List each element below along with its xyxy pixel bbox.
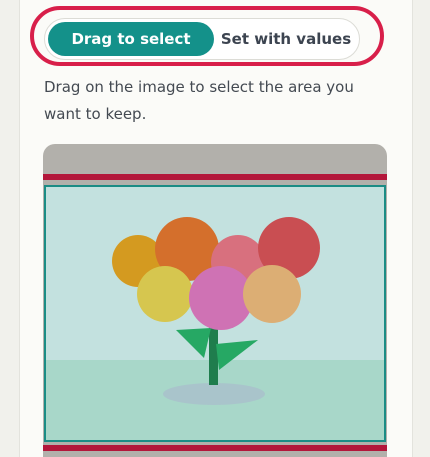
mode-toggle: Drag to select Set with values — [44, 18, 360, 60]
set-with-values-button[interactable]: Set with values — [217, 22, 355, 56]
selection-area — [44, 185, 386, 442]
crop-band-bottom — [43, 445, 387, 451]
petal-5 — [137, 266, 193, 322]
instructions-text: Drag on the image to select the area you… — [44, 78, 354, 123]
petal-7 — [243, 265, 301, 323]
drag-to-select-button[interactable]: Drag to select — [48, 22, 214, 56]
flower-image — [43, 174, 387, 451]
crop-band-top — [43, 174, 387, 180]
crop-image-area[interactable] — [43, 144, 387, 457]
flower-shadow — [163, 383, 265, 405]
